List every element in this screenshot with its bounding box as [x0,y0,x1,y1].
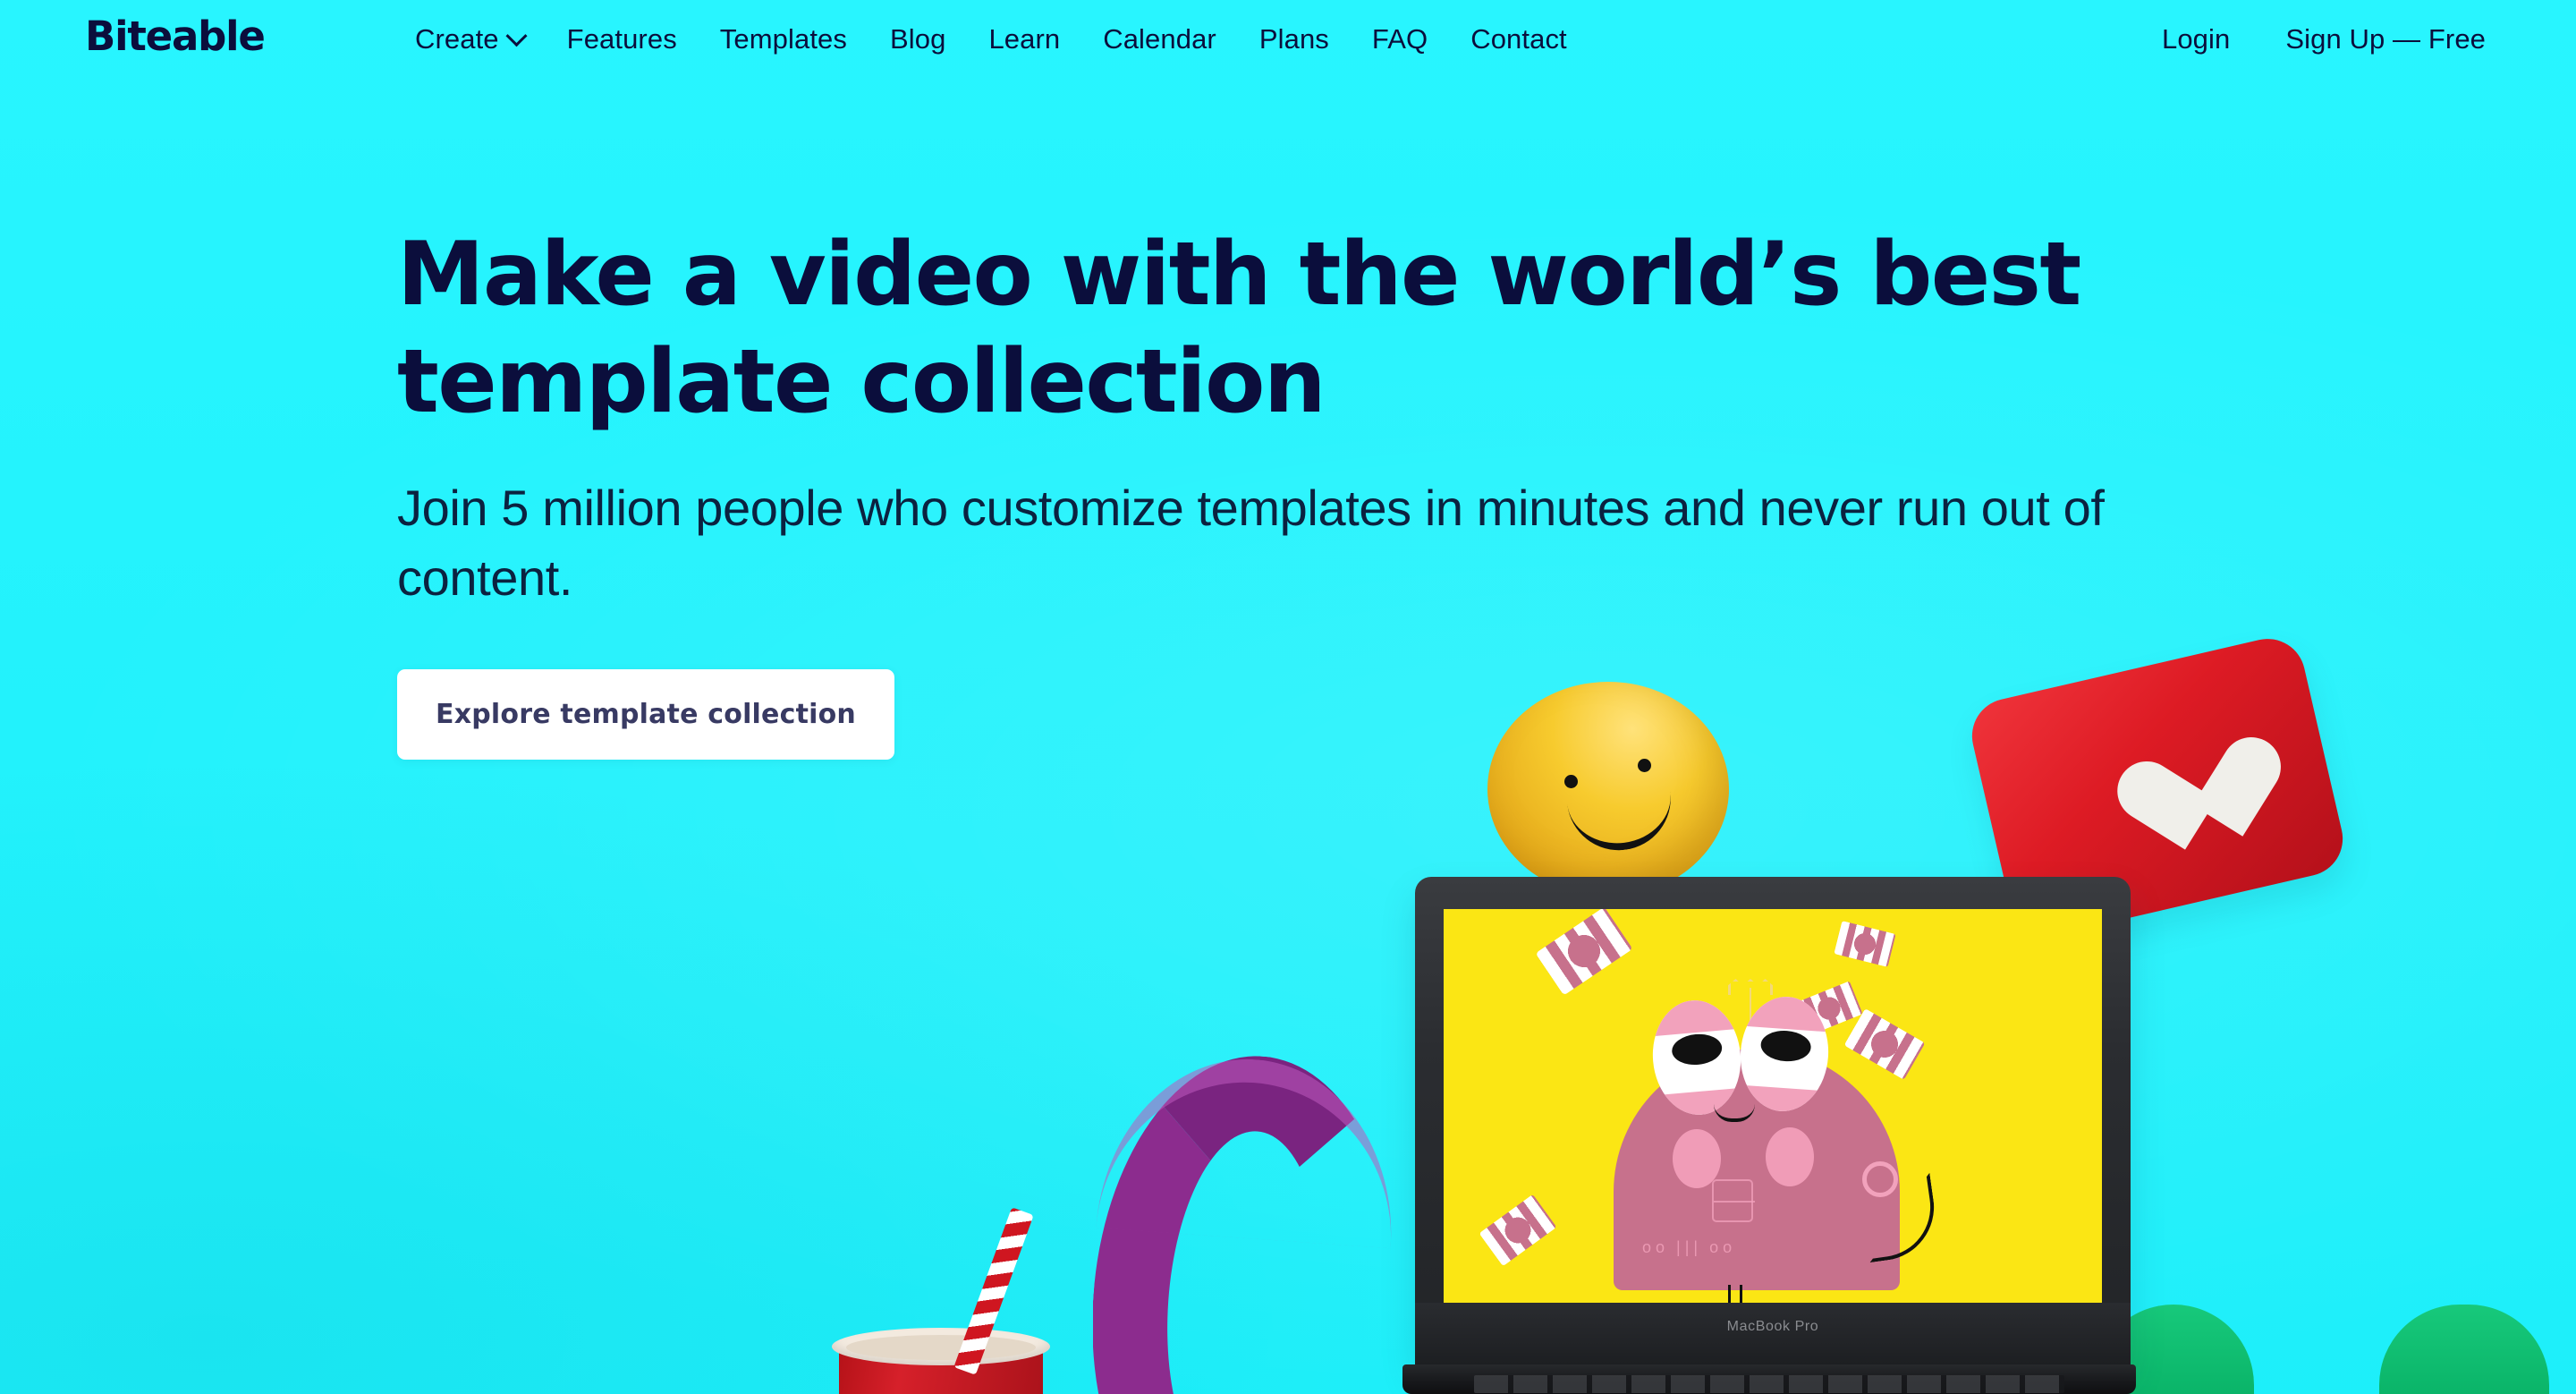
biteable-logo[interactable]: Biteable [85,13,266,60]
nav-item-faq[interactable]: FAQ [1351,23,1449,55]
smiley-eye-left [1564,775,1578,788]
main-navbar: Biteable Create Features Templates Blog … [0,0,2576,79]
nav-links: Create Features Templates Blog Learn Cal… [394,0,1589,79]
nav-item-create-label: Create [415,23,499,55]
purple-arch-highlight [1096,1056,1397,1249]
creature-cheek-right [1766,1127,1814,1186]
red-cup [832,1207,1050,1394]
cup-inner [846,1335,1036,1360]
creature-buttons: o o | | | o o [1642,1237,1733,1256]
nav-item-create[interactable]: Create [394,23,546,55]
macbook-pro-label: MacBook Pro [1726,1319,1819,1334]
money-bill [1843,1008,1926,1080]
laptop-lid: o o | | | o o MacBook Pro [1415,877,2131,1364]
nav-item-learn[interactable]: Learn [967,23,1081,55]
nav-item-templates[interactable]: Templates [699,23,869,55]
nav-item-plans[interactable]: Plans [1238,23,1351,55]
nav-item-calendar[interactable]: Calendar [1081,23,1238,55]
smiley-eye-right [1638,759,1651,772]
green-shape [2379,1305,2549,1394]
creature-tail [1859,1172,1941,1263]
money-bill [1479,1194,1557,1267]
pink-creature-animation: o o | | | o o [1444,909,2102,1303]
nav-item-contact[interactable]: Contact [1449,23,1589,55]
hero-subtitle: Join 5 million people who customize temp… [397,480,2105,607]
money-bill [1834,921,1896,967]
smiley-mouth [1566,786,1677,856]
nav-item-features[interactable]: Features [546,23,699,55]
chevron-down-icon [505,24,528,47]
money-bill [1535,909,1633,996]
hero-section: Make a video with the world’s best templ… [397,222,2258,760]
nav-account-actions: Login Sign Up — Free [2134,0,2513,79]
creature-tummy-pocket [1712,1179,1755,1222]
signup-link[interactable]: Sign Up — Free [2258,23,2513,55]
login-link[interactable]: Login [2134,23,2258,55]
purple-arch [1093,1056,1397,1394]
page-title: Make a video with the world’s best templ… [397,224,2081,433]
laptop-mockup: o o | | | o o MacBook Pro [1402,877,2136,1394]
laptop-keyboard [1474,1375,2064,1393]
creature-eye-right [1736,993,1833,1115]
laptop-base [1402,1364,2136,1394]
laptop-chin: MacBook Pro [1415,1303,2131,1364]
explore-template-collection-button[interactable]: Explore template collection [397,668,894,760]
laptop-screen: o o | | | o o [1444,909,2102,1303]
creature-legs [1728,1285,1748,1303]
creature-eye-left [1648,996,1746,1119]
nav-item-blog[interactable]: Blog [869,23,967,55]
